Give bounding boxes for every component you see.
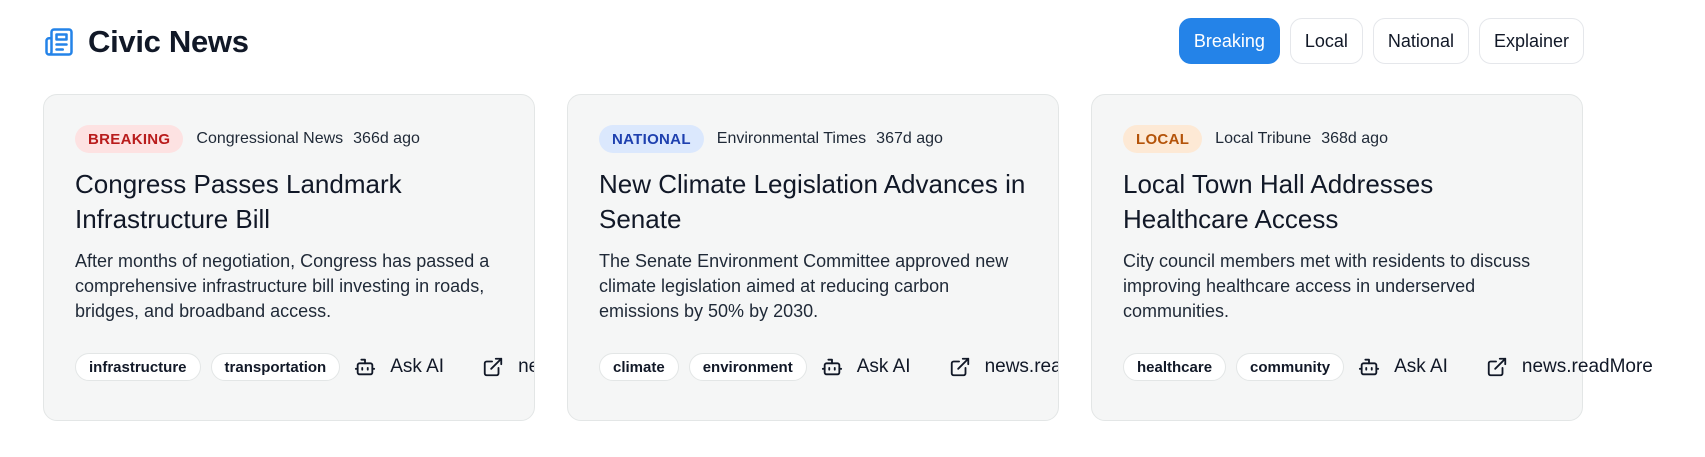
- read-more-link[interactable]: news.readMore: [949, 356, 1058, 378]
- ask-ai-label: Ask AI: [856, 356, 911, 377]
- ask-ai-label: Ask AI: [1394, 356, 1448, 377]
- filter-national-button[interactable]: National: [1372, 18, 1469, 64]
- external-link-icon: [949, 356, 971, 378]
- tag-chip[interactable]: healthcare: [1123, 353, 1227, 381]
- category-badge: LOCAL: [1123, 125, 1203, 153]
- brand: Civic News: [44, 24, 249, 60]
- card-title[interactable]: New Climate Legislation Advances in Sena…: [599, 167, 1029, 237]
- page-title: Civic News: [88, 24, 249, 59]
- timestamp: 368d ago: [1321, 130, 1388, 147]
- bot-icon: [821, 356, 843, 378]
- filter-explainer-button[interactable]: Explainer: [1478, 18, 1584, 64]
- tag-chip[interactable]: community: [1236, 353, 1345, 381]
- card-title[interactable]: Local Town Hall Addresses Healthcare Acc…: [1123, 167, 1553, 237]
- news-card[interactable]: NATIONAL Environmental Times 367d ago Ne…: [567, 94, 1059, 421]
- read-more-link[interactable]: news.readMore: [1486, 356, 1653, 378]
- read-more-label: news.readMore: [518, 356, 534, 377]
- ask-ai-button[interactable]: Ask AI: [354, 356, 444, 378]
- news-card[interactable]: BREAKING Congressional News 366d ago Con…: [43, 94, 535, 421]
- source-name: Environmental Times: [716, 130, 867, 147]
- card-meta: NATIONAL Environmental Times 367d ago: [599, 125, 1058, 153]
- card-meta: BREAKING Congressional News 366d ago: [75, 125, 534, 153]
- timestamp: 367d ago: [876, 130, 943, 147]
- tag-chip[interactable]: climate: [599, 353, 679, 381]
- external-link-icon: [482, 356, 504, 378]
- bot-icon: [1358, 356, 1380, 378]
- source-name: Congressional News: [196, 130, 344, 147]
- read-more-label: news.readMore: [984, 356, 1058, 377]
- read-more-label: news.readMore: [1521, 356, 1653, 377]
- tag-chip[interactable]: infrastructure: [75, 353, 201, 381]
- card-footer: healthcare community Ask AI news.readMor…: [1123, 353, 1653, 381]
- tag-chip[interactable]: environment: [688, 353, 807, 381]
- card-title[interactable]: Congress Passes Landmark Infrastructure …: [75, 167, 505, 237]
- ask-ai-label: Ask AI: [390, 356, 445, 377]
- source-name: Local Tribune: [1215, 130, 1312, 147]
- filter-bar: Breaking Local National Explainer: [1178, 18, 1584, 64]
- card-footer: infrastructure transportation Ask AI new…: [75, 353, 534, 381]
- category-badge: NATIONAL: [599, 125, 704, 153]
- read-more-link[interactable]: news.readMore: [482, 356, 534, 378]
- ask-ai-button[interactable]: Ask AI: [821, 356, 911, 378]
- card-footer: climate environment Ask AI news.readMore: [599, 353, 1058, 381]
- tag-chip[interactable]: transportation: [210, 353, 341, 381]
- card-content: BREAKING Congressional News 366d ago Con…: [75, 125, 534, 324]
- category-badge: BREAKING: [75, 125, 184, 153]
- external-link-icon: [1486, 356, 1508, 378]
- card-meta: LOCAL Local Tribune 368d ago: [1123, 125, 1582, 153]
- filter-local-button[interactable]: Local: [1289, 18, 1363, 64]
- card-summary: After months of negotiation, Congress ha…: [75, 251, 490, 321]
- card-summary: The Senate Environment Committee approve…: [599, 251, 1009, 321]
- timestamp: 366d ago: [353, 130, 420, 147]
- newspaper-icon: [44, 27, 74, 57]
- filter-breaking-button[interactable]: Breaking: [1178, 18, 1280, 64]
- card-content: LOCAL Local Tribune 368d ago Local Town …: [1123, 125, 1582, 324]
- bot-icon: [354, 356, 376, 378]
- news-card[interactable]: LOCAL Local Tribune 368d ago Local Town …: [1091, 94, 1653, 421]
- page-header: Civic News Breaking Local National Expla…: [44, 18, 1584, 66]
- card-content: NATIONAL Environmental Times 367d ago Ne…: [599, 125, 1058, 324]
- card-summary: City council members met with residents …: [1123, 251, 1531, 321]
- ask-ai-button[interactable]: Ask AI: [1358, 356, 1448, 378]
